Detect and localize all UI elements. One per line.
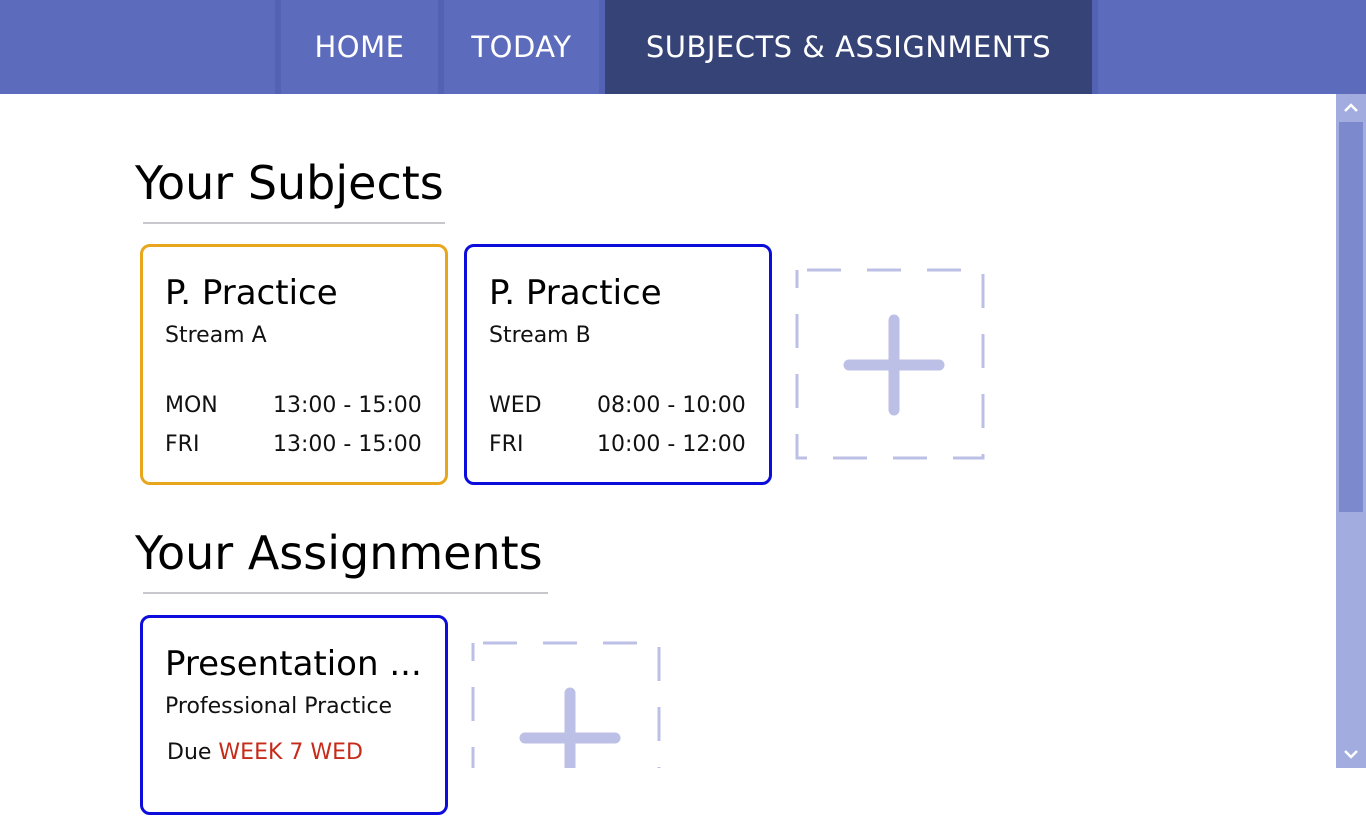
assignment-title: Presentation ... bbox=[165, 644, 422, 684]
scrollbar-thumb[interactable] bbox=[1339, 122, 1363, 512]
schedule-time: 10:00 - 12:00 bbox=[597, 432, 746, 457]
schedule-day: MON bbox=[165, 393, 218, 418]
subject-card[interactable]: P. Practice Stream A MON 13:00 - 15:00 F… bbox=[140, 244, 448, 485]
subject-card[interactable]: P. Practice Stream B WED 08:00 - 10:00 F… bbox=[464, 244, 772, 485]
due-label: Due bbox=[167, 740, 212, 765]
assignments-heading: Your Assignments bbox=[135, 526, 543, 580]
due-date: WEEK 7 WED bbox=[218, 740, 363, 765]
nav-divider bbox=[1092, 0, 1098, 94]
scrollbar[interactable] bbox=[1336, 94, 1366, 768]
scroll-down-icon[interactable] bbox=[1336, 742, 1366, 766]
tab-today[interactable]: TODAY bbox=[444, 0, 599, 94]
add-subject-button[interactable] bbox=[795, 268, 985, 460]
scroll-up-icon[interactable] bbox=[1336, 96, 1366, 120]
top-nav: HOME TODAY SUBJECTS & ASSIGNMENTS bbox=[0, 0, 1366, 94]
plus-icon bbox=[795, 268, 985, 460]
assignment-due: Due WEEK 7 WED bbox=[167, 740, 363, 765]
tab-today-label: TODAY bbox=[471, 30, 572, 64]
add-assignment-button[interactable] bbox=[471, 641, 661, 833]
assignments-heading-underline bbox=[143, 592, 548, 594]
subject-stream: Stream B bbox=[489, 323, 591, 348]
assignment-card[interactable]: Presentation ... Professional Practice D… bbox=[140, 615, 448, 815]
plus-icon bbox=[471, 641, 661, 833]
tab-home[interactable]: HOME bbox=[281, 0, 438, 94]
schedule-time: 13:00 - 15:00 bbox=[273, 432, 422, 457]
subject-title: P. Practice bbox=[489, 273, 662, 313]
tab-home-label: HOME bbox=[314, 30, 405, 64]
schedule-day: WED bbox=[489, 393, 542, 418]
subject-stream: Stream A bbox=[165, 323, 267, 348]
tab-subjects-assignments[interactable]: SUBJECTS & ASSIGNMENTS bbox=[605, 0, 1092, 94]
tab-subjects-assignments-label: SUBJECTS & ASSIGNMENTS bbox=[645, 30, 1052, 64]
assignment-subject: Professional Practice bbox=[165, 694, 393, 719]
subject-title: P. Practice bbox=[165, 273, 338, 313]
schedule-day: FRI bbox=[489, 432, 524, 457]
subjects-heading: Your Subjects bbox=[135, 156, 444, 210]
schedule-day: FRI bbox=[165, 432, 200, 457]
schedule-time: 13:00 - 15:00 bbox=[273, 393, 422, 418]
schedule-time: 08:00 - 10:00 bbox=[597, 393, 746, 418]
subjects-heading-underline bbox=[143, 222, 445, 224]
